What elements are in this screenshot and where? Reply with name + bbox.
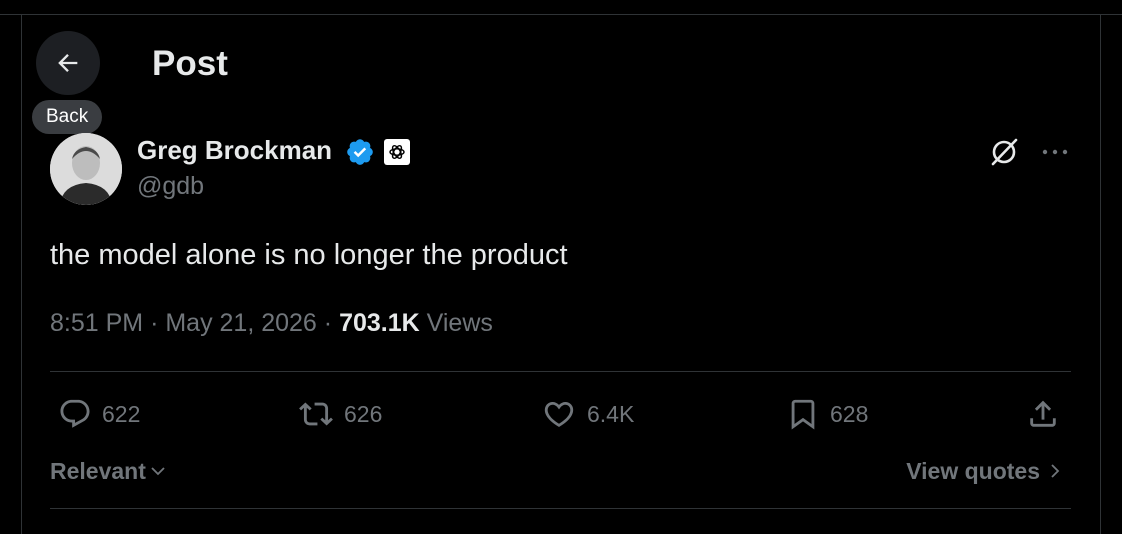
more-horizontal-icon[interactable] [1040,140,1070,164]
views-label: Views [426,309,493,337]
meta-separator: · [150,309,159,337]
repost-count: 626 [344,400,383,427]
org-badge[interactable] [384,139,410,165]
bookmark-icon [791,399,815,430]
column-left-border [21,14,22,534]
post-time[interactable]: 8:51 PM [50,309,143,337]
repost-icon [299,402,333,426]
like-button[interactable]: 6.4K [541,396,634,432]
grok-icon[interactable] [988,136,1020,168]
avatar-image [50,133,122,205]
bookmark-button[interactable]: 628 [786,396,868,432]
divider [50,371,1071,372]
views-count: 703.1K [339,309,420,337]
reply-count: 622 [102,400,141,427]
chevron-right-icon [1051,464,1060,478]
heart-icon [544,401,574,427]
repost-button[interactable]: 626 [298,396,382,432]
post-meta: 8:51 PM · May 21, 2026 · 703.1K Views [50,307,493,339]
reply-button[interactable]: 622 [58,396,140,432]
page-title: Post [152,44,228,83]
reply-icon [60,399,90,428]
bookmark-count: 628 [830,400,869,427]
top-divider [0,14,1122,15]
author-name[interactable]: Greg Brockman [137,134,332,166]
openai-logo-icon [389,145,405,159]
like-count: 6.4K [587,400,635,427]
column-right-border [1100,14,1101,534]
post-date[interactable]: May 21, 2026 [165,309,317,337]
view-quotes-label: View quotes [906,458,1040,484]
post-page: Back Post Greg Brockman @gdb the model a… [0,0,1122,534]
sort-dropdown[interactable]: Relevant [50,456,168,486]
chevron-down-icon [151,467,165,476]
post-text: the model alone is no longer the product [50,239,568,271]
share-button[interactable] [1026,396,1060,432]
back-button[interactable] [36,31,100,95]
avatar[interactable] [50,133,122,205]
view-quotes-link[interactable]: View quotes [906,456,1064,486]
author-handle[interactable]: @gdb [137,170,204,202]
meta-separator: · [323,309,333,337]
share-icon [1030,400,1056,427]
divider [50,508,1071,509]
arrow-left-icon [58,54,78,72]
back-tooltip: Back [32,100,103,134]
verified-badge-icon [347,139,373,165]
sort-label: Relevant [50,458,146,484]
